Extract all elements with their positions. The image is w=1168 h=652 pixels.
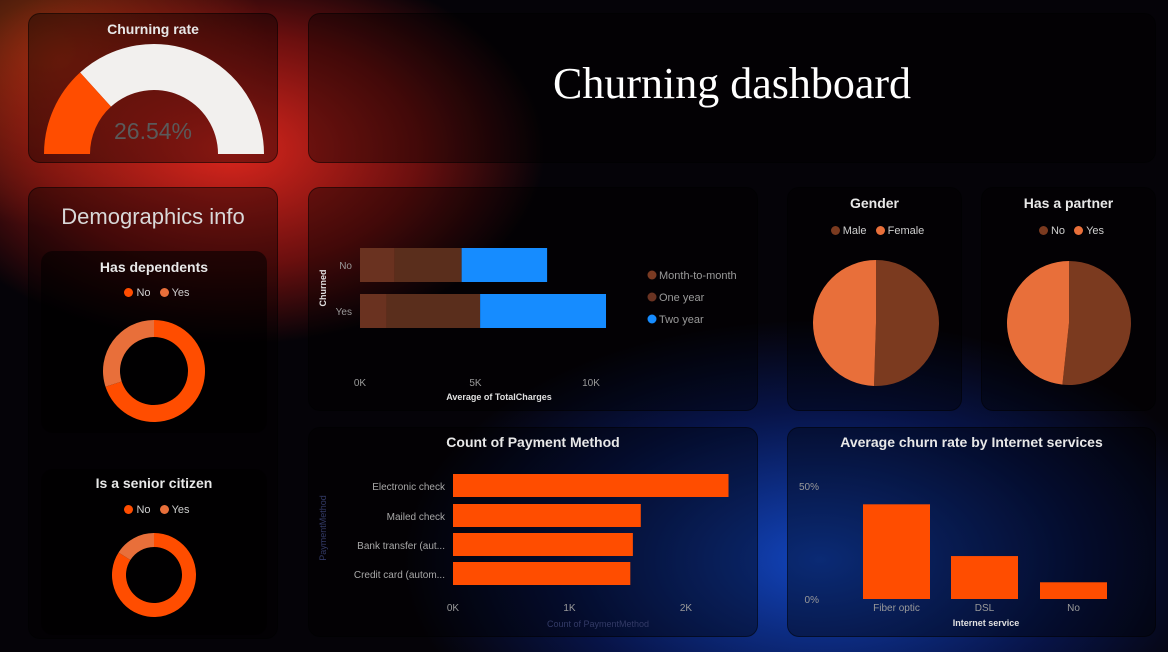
legend-label: One year — [659, 292, 705, 304]
x-tick-label: 0K — [447, 603, 460, 614]
churning-rate-card: Churning rate 26.54% — [28, 13, 278, 163]
payment-method-panel: Count of Payment Method Electronic check… — [308, 427, 758, 637]
bar-segment-two-year — [480, 294, 607, 328]
legend-marker — [647, 314, 657, 324]
gender-pie-chart — [812, 260, 939, 386]
partner-pie-chart — [1007, 261, 1131, 385]
bar-segment-two-year — [461, 248, 548, 282]
demographics-heading: Demographics info — [61, 204, 245, 229]
header-panel: Churning dashboard — [308, 13, 1156, 163]
churning-rate-value: 26.54% — [113, 118, 192, 144]
pie-slice-male — [874, 260, 939, 386]
dashboard-title: Churning dashboard — [552, 59, 912, 108]
pie-slice-yes — [1007, 261, 1069, 385]
legend-label: Two year — [659, 314, 704, 326]
dependents-donut-chart — [103, 320, 205, 422]
payment-method-chart: Electronic check Mailed check Bank transfe… — [318, 474, 729, 629]
x-tick-label: DSL — [975, 603, 995, 614]
total-charges-panel: No Yes 0K 5K 10K Average of TotalCharges Churn… — [308, 187, 758, 411]
pie-slice-female — [812, 260, 876, 386]
internet-service-bar — [863, 504, 930, 599]
internet-service-bar — [951, 556, 1018, 599]
category-label: Bank transfer (aut... — [357, 541, 445, 552]
bar-segment-one-year — [394, 248, 462, 282]
internet-service-bar — [1040, 582, 1107, 599]
bar-segment-month-to-month — [360, 294, 387, 328]
partner-panel: Has a partner No Yes — [981, 187, 1156, 411]
x-tick-label: 1K — [563, 603, 576, 614]
x-tick-label: 0K — [354, 378, 367, 389]
payment-bar — [453, 474, 729, 497]
bar-segment-one-year — [386, 294, 481, 328]
y-tick-label: No — [339, 261, 352, 272]
y-tick-label: 50% — [799, 482, 819, 493]
total-charges-chart: No Yes 0K 5K 10K Average of TotalCharges Churn… — [318, 248, 737, 402]
pie-slice-no — [1062, 261, 1131, 385]
x-tick-label: No — [1067, 603, 1080, 614]
legend-marker — [647, 270, 657, 280]
y-tick-label: Yes — [336, 307, 352, 318]
dependents-card: Has dependents No Yes — [41, 251, 267, 433]
x-axis-label: Internet service — [953, 618, 1020, 628]
internet-service-panel: Average churn rate by Internet services … — [787, 427, 1156, 637]
y-axis-label: Churned — [318, 270, 328, 307]
donut-slice-yes — [103, 320, 154, 387]
category-label: Mailed check — [387, 512, 446, 523]
y-axis-label: PaymentMethod — [318, 495, 328, 561]
senior-card: Is a senior citizen No Yes — [41, 469, 267, 635]
payment-bar — [453, 562, 631, 585]
x-tick-label: 10K — [582, 378, 600, 389]
y-tick-label: 0% — [805, 595, 820, 606]
legend-marker — [647, 292, 657, 302]
x-tick-label: Fiber optic — [873, 603, 920, 614]
x-tick-label: 2K — [680, 603, 693, 614]
internet-service-chart: 50% 0% Fiber optic DSL No Internet service — [799, 482, 1107, 628]
x-axis-label: Average of TotalCharges — [446, 392, 552, 402]
payment-bar — [453, 533, 633, 556]
bar-segment-month-to-month — [360, 248, 395, 282]
x-axis-label: Count of PaymentMethod — [547, 619, 649, 629]
gender-panel: Gender Male Female — [787, 187, 962, 411]
category-label: Electronic check — [372, 482, 446, 493]
demographics-panel: Demographics info Has dependents No Yes … — [28, 187, 278, 639]
category-label: Credit card (autom... — [354, 570, 445, 581]
payment-bar — [453, 504, 641, 527]
legend-label: Month-to-month — [659, 270, 737, 282]
x-tick-label: 5K — [469, 378, 482, 389]
senior-donut-chart — [112, 533, 196, 617]
